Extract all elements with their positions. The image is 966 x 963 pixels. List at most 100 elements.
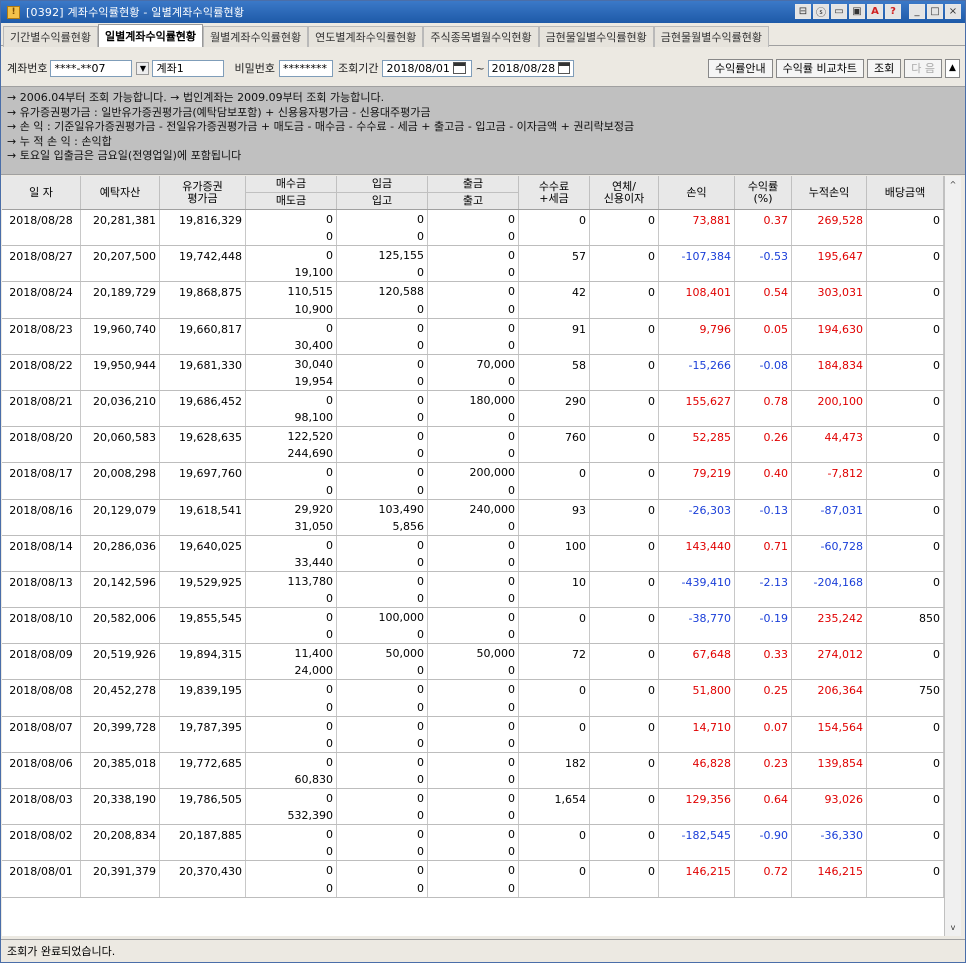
- table-cell: 0: [590, 644, 659, 680]
- table-row[interactable]: 2018/08/17 20,008,298 19,697,760 0 0 0 0 200,00…: [2, 463, 944, 500]
- header-cumulative[interactable]: 누적손익: [792, 176, 867, 209]
- table-row[interactable]: 2018/08/20 20,060,583 19,628,635 122,520 244…: [2, 427, 944, 464]
- row-pnl: 73,881: [692, 214, 732, 227]
- tab-yearly-account-return[interactable]: 연도별계좌수익률현황: [308, 26, 424, 47]
- table-cell: 0: [590, 246, 659, 282]
- table-row[interactable]: 2018/08/07 20,399,728 19,787,395 0 0 0 0 0 0 0 0 14…: [2, 716, 944, 753]
- table-row[interactable]: 2018/08/09 20,519,926 19,894,315 11,400 24,0…: [2, 644, 944, 681]
- table-row[interactable]: 2018/08/23 19,960,740 19,660,817 0 30,400 0 0 0…: [2, 318, 944, 355]
- tab-daily-account-return[interactable]: 일별계좌수익률현황: [97, 24, 204, 47]
- account-number-field[interactable]: ****-**07: [50, 59, 133, 77]
- row-overdue: 0: [648, 720, 655, 734]
- table-cell: 0: [519, 608, 590, 644]
- row-securities: 19,894,315: [179, 648, 242, 662]
- scroll-up-icon[interactable]: ^: [945, 176, 961, 193]
- row-rate: 0.37: [763, 214, 789, 227]
- row-in-stock: 0: [417, 302, 424, 316]
- table-row[interactable]: 2018/08/27 20,207,500 19,742,448 0 19,100 125…: [2, 246, 944, 283]
- row-fee: 100: [565, 539, 586, 553]
- table-cell: 19,855,545: [160, 608, 246, 644]
- tab-gold-daily-return[interactable]: 금현물일별수익률현황: [538, 26, 654, 47]
- table-row[interactable]: 2018/08/21 20,036,210 19,686,452 0 98,100 0 0 1…: [2, 390, 944, 428]
- header-deposit[interactable]: 예탁자산: [81, 176, 160, 209]
- row-deposit: 19,960,740: [93, 322, 156, 336]
- table-cell: 58: [519, 354, 590, 390]
- row-sell: 532,390: [287, 809, 334, 823]
- date-from-field[interactable]: 2018/08/01: [382, 59, 473, 77]
- header-date[interactable]: 일 자: [2, 176, 81, 209]
- minimize-button[interactable]: _: [909, 4, 925, 19]
- row-pnl: -107,384: [681, 250, 731, 264]
- table-cell: 00: [428, 789, 519, 825]
- table-row[interactable]: 2018/08/08 20,452,278 19,839,195 0 0 0 0 0 0 0 0 51…: [2, 680, 944, 717]
- help-icon[interactable]: ?: [885, 4, 901, 19]
- table-row[interactable]: 2018/08/10 20,582,006 19,855,545 0 0 100,000 0…: [2, 608, 944, 645]
- table-cell: 00: [337, 427, 428, 463]
- header-buy-sell[interactable]: 매수금 매도금: [246, 176, 337, 209]
- print-icon[interactable]: ▣: [849, 4, 865, 19]
- return-guide-button[interactable]: 수익률안내: [708, 58, 773, 78]
- table-cell: 2018/08/24: [2, 282, 81, 318]
- account-dropdown-icon[interactable]: ▼: [136, 61, 150, 75]
- table-row[interactable]: 2018/08/24 20,189,729 19,868,875 110,515 10,…: [2, 282, 944, 319]
- tab-stock-monthly-return[interactable]: 주식종목별월수익현황: [423, 26, 539, 47]
- table-row[interactable]: 2018/08/13 20,142,596 19,529,925 113,780 0 0 0…: [2, 571, 944, 609]
- row-securities: 19,660,817: [179, 322, 242, 336]
- header-out[interactable]: 출금 출고: [428, 176, 519, 209]
- table-cell: 2018/08/06: [2, 752, 81, 788]
- table-row[interactable]: 2018/08/06 20,385,018 19,772,685 0 60,830 0 0 0…: [2, 752, 944, 789]
- account-name-field[interactable]: 계좌1: [152, 59, 225, 77]
- vertical-scrollbar[interactable]: ^ v: [944, 176, 961, 936]
- screen-icon[interactable]: ⓢ: [813, 4, 829, 19]
- table-cell: 00: [337, 752, 428, 788]
- table-row[interactable]: 2018/08/22 19,950,944 19,681,330 30,040 19,9…: [2, 354, 944, 391]
- date-to-field[interactable]: 2018/08/28: [487, 59, 574, 77]
- header-pnl[interactable]: 손익: [659, 176, 735, 209]
- calendar-icon[interactable]: [452, 62, 466, 74]
- table-row[interactable]: 2018/08/01 20,391,379 20,370,430 0 0 0 0 0 0 0 0 14…: [2, 861, 944, 898]
- row-overdue: 0: [648, 431, 655, 445]
- calendar-icon[interactable]: [558, 62, 570, 74]
- table-cell: 2018/08/13: [2, 571, 81, 608]
- password-field[interactable]: ********: [278, 59, 333, 77]
- info-panel: → 2006.04부터 조회 가능합니다. → 법인계좌는 2009.09부터 …: [1, 86, 965, 175]
- table-row[interactable]: 2018/08/03 20,338,190 19,786,505 0 532,390 0 0…: [2, 789, 944, 826]
- header-rate[interactable]: 수익률 (%): [735, 176, 792, 209]
- return-chart-button[interactable]: 수익률 비교차트: [775, 58, 864, 78]
- tab-period-return[interactable]: 기간별수익률현황: [3, 26, 98, 47]
- row-date: 2018/08/14: [9, 539, 73, 553]
- close-button[interactable]: ×: [945, 4, 961, 19]
- tab-monthly-account-return[interactable]: 월별계좌수익률현황: [203, 26, 309, 47]
- link-icon[interactable]: ⊟: [795, 4, 811, 19]
- header-in[interactable]: 입금 입고: [337, 176, 428, 209]
- table-cell: 52,285: [659, 427, 735, 463]
- table-row[interactable]: 2018/08/16 20,129,079 19,618,541 29,920 31,0…: [2, 499, 944, 536]
- next-button[interactable]: 다 음: [904, 58, 942, 78]
- header-overdue[interactable]: 연체/ 신용이자: [590, 176, 659, 209]
- table-cell: 00: [337, 825, 428, 861]
- table-row[interactable]: 2018/08/28 20,281,381 19,816,329 0 0 0 0 0 0 0 0 73…: [2, 210, 944, 247]
- search-button[interactable]: 조회: [867, 58, 902, 78]
- font-icon[interactable]: A: [867, 4, 883, 19]
- maximize-button[interactable]: □: [927, 4, 943, 19]
- title-bar[interactable]: ! [0392] 계좌수익률현황 - 일별계좌수익률현황 ⊟ ⓢ ▭ ▣ A ?…: [1, 1, 965, 23]
- tab-gold-monthly-return[interactable]: 금현물월별수익률현황: [653, 26, 769, 47]
- row-in-stock: 0: [417, 592, 424, 606]
- row-securities: 19,742,448: [179, 250, 242, 264]
- window-icon[interactable]: ▭: [831, 4, 847, 19]
- row-deposit: 20,207,500: [93, 250, 156, 264]
- header-securities[interactable]: 유가증권 평가금: [160, 176, 246, 209]
- scroll-down-icon[interactable]: v: [945, 919, 961, 936]
- table-cell: 122,520 244,690: [246, 427, 337, 463]
- row-out-stock: 0: [508, 483, 515, 497]
- table-cell: 2018/08/28: [2, 210, 81, 246]
- table-cell: 00: [246, 210, 337, 246]
- collapse-button[interactable]: ▲: [945, 58, 960, 78]
- table-cell: 0: [519, 680, 590, 716]
- header-dividend[interactable]: 배당금액: [867, 176, 944, 209]
- row-sell: 31,050: [294, 519, 334, 533]
- row-cumulative: -60,728: [820, 539, 863, 553]
- table-row[interactable]: 2018/08/02 20,208,834 20,187,885 0 0 0 0 0 0 0 0 -1…: [2, 825, 944, 862]
- header-fee[interactable]: 수수료 +세금: [519, 176, 590, 209]
- table-row[interactable]: 2018/08/14 20,286,036 19,640,025 0 33,440 0 0 0…: [2, 535, 944, 572]
